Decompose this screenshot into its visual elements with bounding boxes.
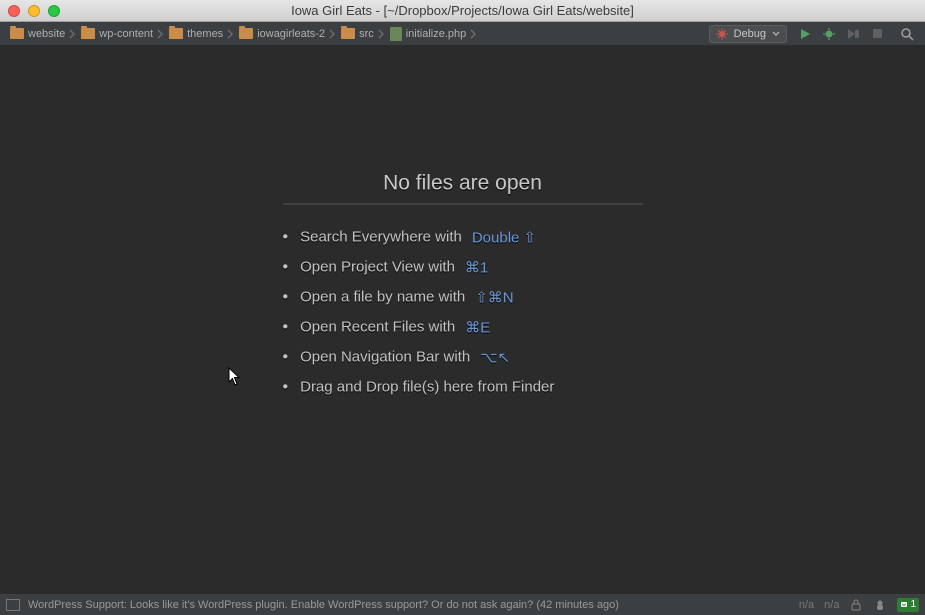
tip-shortcut: ⌘E [465,318,490,336]
tip-item: Open Project View with ⌘1 [283,252,643,282]
search-everywhere-button[interactable] [899,26,915,42]
stop-button[interactable] [869,26,885,42]
tip-text: Open Navigation Bar with [300,349,470,366]
chevron-right-icon [227,29,235,39]
folder-icon [81,28,95,39]
tip-shortcut: ⌘1 [465,258,488,276]
php-file-icon [390,27,402,41]
notifications-count: 1 [910,599,916,610]
tip-shortcut: Double ⇧ [472,228,536,246]
breadcrumb-label: wp-content [99,28,153,40]
cursor-icon [228,367,242,387]
breadcrumb-item[interactable]: initialize.php [386,24,471,44]
lock-icon[interactable] [849,598,863,612]
empty-state-title: No files are open [283,171,643,204]
tip-shortcut: ⇧⌘N [475,288,513,306]
folder-icon [10,28,24,39]
breadcrumb-item[interactable]: wp-content [77,24,157,44]
chevron-right-icon [378,29,386,39]
breadcrumb-item[interactable]: website [6,24,69,44]
breadcrumbs[interactable]: website wp-content themes iowagirleats-2… [6,24,709,44]
run-button[interactable] [797,26,813,42]
tip-shortcut: ⌥↖ [480,348,510,366]
breadcrumb-item[interactable]: src [337,24,378,44]
tip-item: Open Navigation Bar with ⌥↖ [283,342,643,372]
folder-icon [239,28,253,39]
run-with-coverage-button[interactable] [845,26,861,42]
titlebar: Iowa Girl Eats - [~/Dropbox/Projects/Iow… [0,0,925,22]
folder-icon [341,28,355,39]
hector-icon[interactable] [873,598,887,612]
tip-text: Drag and Drop file(s) here from Finder [300,379,554,396]
tip-text: Open Project View with [300,259,455,276]
toolbar-actions [797,26,915,42]
tip-text: Search Everywhere with [300,229,462,246]
run-config-selector[interactable]: Debug [709,25,787,43]
status-message[interactable]: WordPress Support: Looks like it's WordP… [28,599,619,611]
status-inset-right[interactable]: n/a [824,599,839,611]
chevron-right-icon [470,29,478,39]
breadcrumb-item[interactable]: themes [165,24,227,44]
tip-item: Open Recent Files with ⌘E [283,312,643,342]
empty-state-tips: Search Everywhere with Double ⇧ Open Pro… [283,222,643,402]
editor-area[interactable]: No files are open Search Everywhere with… [0,46,925,593]
bug-icon [716,28,728,40]
breadcrumb-label: src [359,28,374,40]
chevron-right-icon [69,29,77,39]
toolbar: website wp-content themes iowagirleats-2… [0,22,925,46]
breadcrumb-label: themes [187,28,223,40]
breadcrumb-item[interactable]: iowagirleats-2 [235,24,329,44]
chevron-down-icon [772,31,780,37]
tip-item: Open a file by name with ⇧⌘N [283,282,643,312]
tool-window-toggle-icon[interactable] [6,599,20,611]
notifications-badge[interactable]: 1 [897,598,919,612]
breadcrumb-label: iowagirleats-2 [257,28,325,40]
breadcrumb-label: initialize.php [406,28,467,40]
status-bar: WordPress Support: Looks like it's WordP… [0,593,925,615]
chevron-right-icon [329,29,337,39]
breadcrumb-label: website [28,28,65,40]
chevron-right-icon [157,29,165,39]
status-left: WordPress Support: Looks like it's WordP… [6,599,789,611]
toolbar-right: Debug [709,25,919,43]
window-title: Iowa Girl Eats - [~/Dropbox/Projects/Iow… [0,3,925,18]
run-config-label: Debug [734,28,766,40]
tip-text: Open Recent Files with [300,319,455,336]
status-right: n/a n/a 1 [799,598,919,612]
tip-item: Search Everywhere with Double ⇧ [283,222,643,252]
tip-item: Drag and Drop file(s) here from Finder [283,372,643,402]
folder-icon [169,28,183,39]
empty-state-panel: No files are open Search Everywhere with… [283,171,643,402]
status-inset-left[interactable]: n/a [799,599,814,611]
tip-text: Open a file by name with [300,289,465,306]
debug-button[interactable] [821,26,837,42]
